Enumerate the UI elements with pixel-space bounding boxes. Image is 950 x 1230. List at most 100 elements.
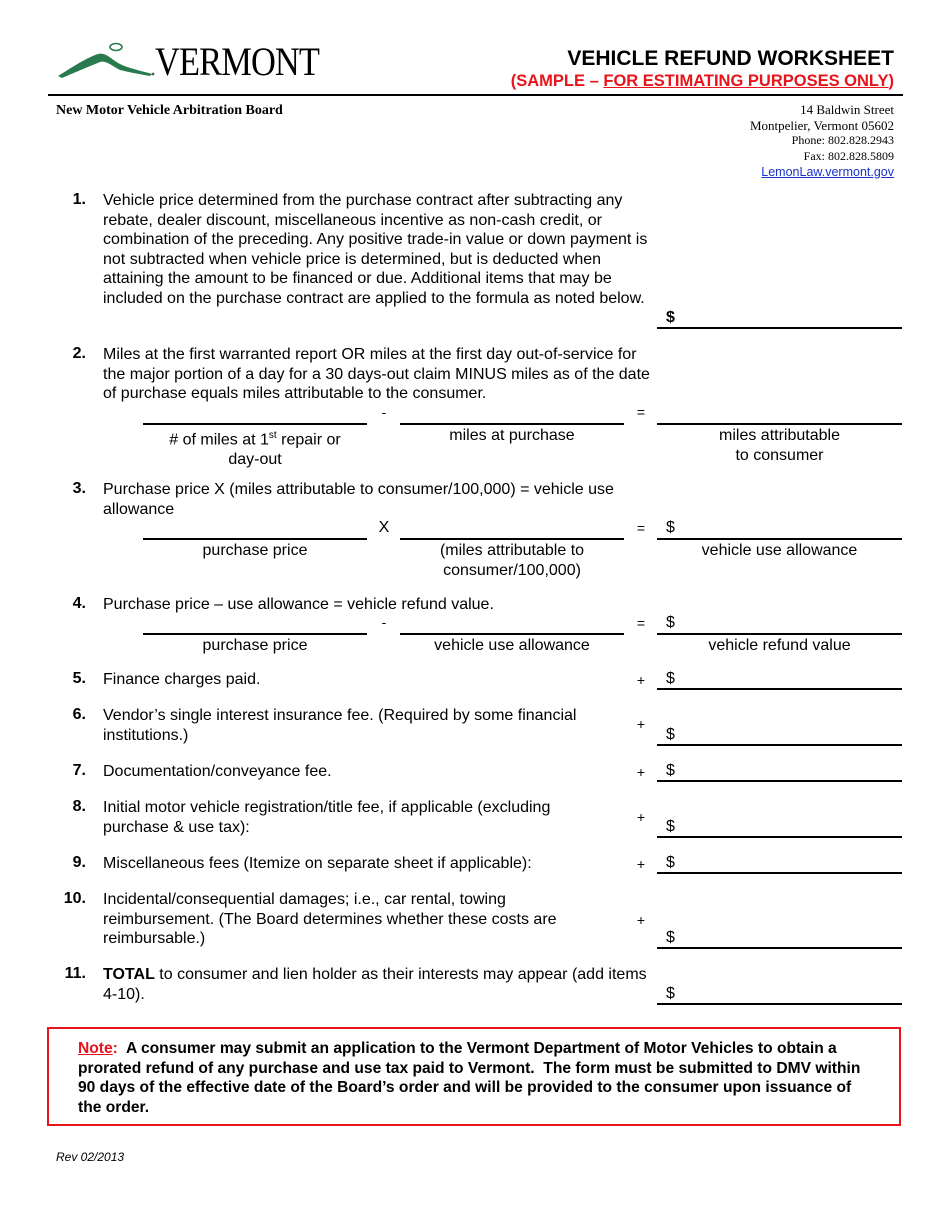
caption-vehicle-refund-value: vehicle refund value: [708, 637, 851, 654]
vermont-logo: VERMONT: [56, 39, 320, 84]
item-text: Vehicle price determined from the purcha…: [103, 192, 648, 307]
item-text: Purchase price X (miles attributable to …: [103, 481, 614, 518]
registration-fee-field[interactable]: [657, 836, 902, 838]
caption-purchase-price: purchase price: [202, 637, 308, 654]
plus-operator: +: [636, 912, 646, 928]
minus-operator: -: [381, 614, 387, 630]
item-text: Finance charges paid.: [103, 671, 261, 688]
note-text: Note: A consumer may submit an applicati…: [78, 1039, 878, 1117]
plus-operator: +: [636, 716, 646, 732]
address-block: 14 Baldwin Street Montpelier, Vermont 05…: [750, 102, 894, 181]
address-street: 14 Baldwin Street: [800, 102, 894, 117]
caption-part: miles attributable: [719, 427, 840, 444]
purchase-price-field[interactable]: [143, 538, 367, 540]
caption-part: # of miles at 1: [169, 431, 269, 449]
revision-date: Rev 02/2013: [56, 1150, 125, 1164]
item-number: 2.: [72, 345, 86, 362]
caption-part: repair or: [276, 431, 341, 449]
plus-operator: +: [636, 764, 646, 780]
page-subtitle: (SAMPLE – FOR ESTIMATING PURPOSES ONLY): [511, 72, 894, 91]
finance-charges-field[interactable]: [657, 688, 902, 690]
caption-superscript: st: [268, 430, 277, 441]
item-text: Miscellaneous fees (Itemize on separate …: [103, 855, 532, 872]
item-number: 5.: [72, 670, 86, 687]
address-fax: Fax: 802.828.5809: [803, 148, 894, 163]
caption-part: to consumer: [735, 446, 824, 464]
purchase-price-field[interactable]: [143, 633, 367, 635]
item-number: 7.: [72, 762, 86, 779]
address-phone: Phone: 802.828.2943: [791, 133, 894, 147]
currency-symbol: $: [666, 985, 675, 1002]
item-number: 10.: [63, 890, 86, 907]
item-number: 8.: [72, 798, 86, 815]
currency-symbol: $: [666, 519, 675, 536]
caption-miles-ratio: (miles attributable to consumer/100,000): [400, 541, 624, 580]
page-title: VEHICLE REFUND WORKSHEET: [567, 47, 894, 70]
item-number: 6.: [72, 706, 86, 723]
item-number: 11.: [64, 965, 86, 982]
vehicle-use-allowance-field[interactable]: [400, 633, 624, 635]
equals-operator: =: [636, 615, 646, 631]
subtitle-underlined: FOR ESTIMATING PURPOSES ONLY: [603, 72, 889, 90]
note-label: Note: [78, 1040, 113, 1057]
plus-operator: +: [636, 809, 646, 825]
caption-vehicle-use-allowance: vehicle use allowance: [701, 542, 858, 559]
vehicle-refund-value-field[interactable]: [657, 633, 902, 635]
item-number: 9.: [72, 854, 86, 871]
currency-symbol: $: [666, 854, 675, 871]
total-description: to consumer and lien holder as their int…: [103, 966, 647, 1003]
item-text: Miles at the first warranted report OR m…: [103, 346, 650, 403]
caption-part: day-out: [228, 450, 282, 468]
caption-purchase-price: purchase price: [202, 542, 308, 559]
total-label: TOTAL: [103, 966, 155, 983]
caption-part: (miles attributable to: [439, 542, 585, 559]
mountain-logo-icon: [58, 42, 155, 78]
item-number: 1.: [72, 191, 86, 208]
vehicle-use-allowance-field[interactable]: [657, 538, 902, 540]
board-name: New Motor Vehicle Arbitration Board: [56, 103, 283, 118]
total-amount-field[interactable]: [657, 1003, 902, 1005]
item-text: Vendor’s single interest insurance fee. …: [103, 707, 577, 744]
currency-symbol: $: [666, 726, 675, 743]
caption-vehicle-use-allowance: vehicle use allowance: [434, 637, 590, 654]
miles-at-first-repair-field[interactable]: [143, 423, 367, 425]
currency-symbol: $: [666, 762, 675, 779]
item-number: 4.: [72, 595, 86, 612]
item-text: Documentation/conveyance fee.: [103, 763, 332, 780]
equals-operator: =: [636, 404, 646, 420]
caption-miles-at-repair: # of miles at 1st repair or day-out: [143, 426, 367, 470]
currency-symbol: $: [666, 309, 675, 326]
insurance-fee-field[interactable]: [657, 744, 902, 746]
subtitle-prefix: (SAMPLE –: [510, 72, 604, 90]
plus-operator: +: [636, 672, 646, 688]
address-city: Montpelier, Vermont 05602: [749, 117, 894, 133]
item-number: 3.: [72, 480, 86, 497]
caption-miles-attributable: miles attributable to consumer: [657, 426, 902, 465]
item-text: Purchase price – use allowance = vehicle…: [103, 596, 494, 613]
miles-ratio-field[interactable]: [400, 538, 624, 540]
item-1-amount-field[interactable]: [657, 327, 902, 329]
multiply-operator: X: [378, 519, 390, 536]
caption-miles-at-purchase: miles at purchase: [449, 427, 575, 444]
note-body: A consumer may submit an application to …: [78, 1040, 865, 1116]
currency-symbol: $: [666, 670, 675, 687]
item-text: Incidental/consequential damages; i.e., …: [103, 891, 557, 948]
item-text: TOTAL to consumer and lien holder as the…: [103, 965, 651, 1004]
logo-wordmark: VERMONT: [155, 39, 320, 84]
minus-operator: -: [381, 404, 387, 420]
website-link[interactable]: LemonLaw.vermont.gov: [761, 165, 894, 179]
incidental-damages-field[interactable]: [657, 947, 902, 949]
equals-operator: =: [636, 520, 646, 536]
documentation-fee-field[interactable]: [657, 780, 902, 782]
subtitle-suffix: ): [888, 72, 895, 90]
item-text: Initial motor vehicle registration/title…: [103, 799, 551, 836]
caption-part: consumer/100,000): [443, 561, 581, 579]
miles-at-purchase-field[interactable]: [400, 423, 624, 425]
currency-symbol: $: [666, 818, 675, 835]
plus-operator: +: [636, 856, 646, 872]
miles-attributable-field[interactable]: [657, 423, 902, 425]
currency-symbol: $: [666, 929, 675, 946]
miscellaneous-fees-field[interactable]: [657, 872, 902, 874]
header-divider: [48, 94, 903, 96]
currency-symbol: $: [666, 614, 675, 631]
